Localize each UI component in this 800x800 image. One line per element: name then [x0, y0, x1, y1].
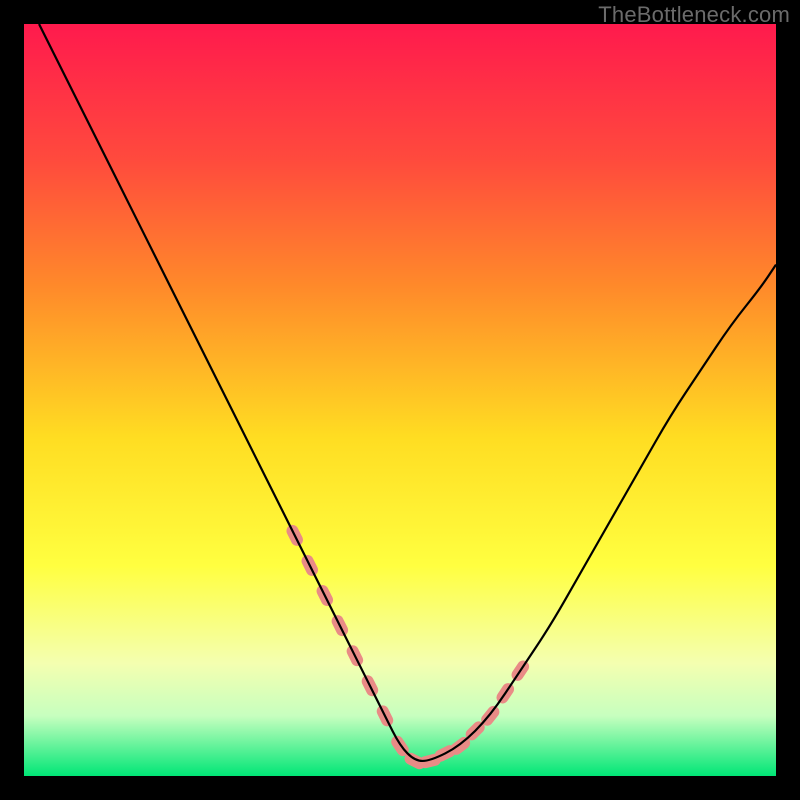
bottleneck-chart [24, 24, 776, 776]
watermark-text: TheBottleneck.com [598, 2, 790, 28]
chart-background [24, 24, 776, 776]
chart-frame: TheBottleneck.com [0, 0, 800, 800]
